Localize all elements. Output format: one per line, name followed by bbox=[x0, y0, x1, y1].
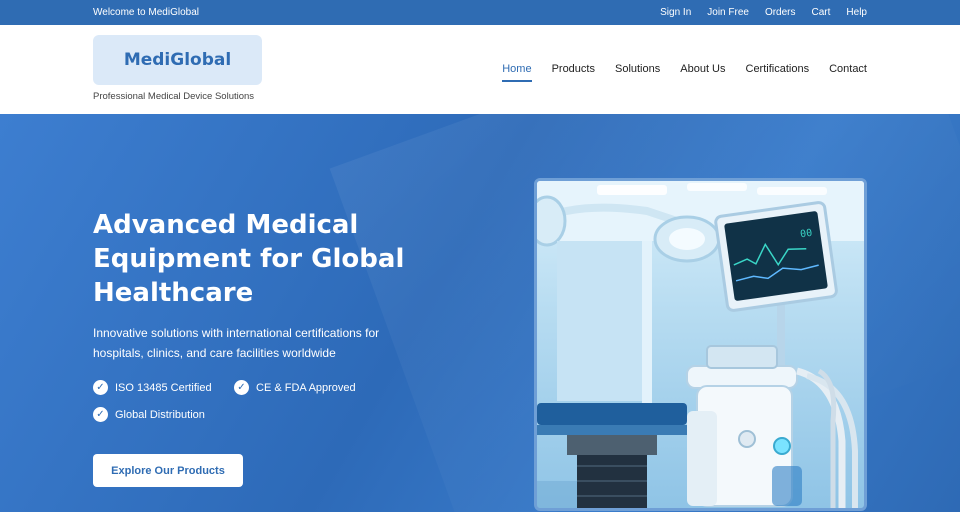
check-icon: ✓ bbox=[93, 407, 108, 422]
nav-certifications[interactable]: Certifications bbox=[746, 63, 810, 80]
feature-distribution: ✓ Global Distribution bbox=[93, 407, 205, 422]
main-nav: Home Products Solutions About Us Certifi… bbox=[502, 63, 867, 82]
feature-label: Global Distribution bbox=[115, 408, 205, 421]
nav-home[interactable]: Home bbox=[502, 63, 532, 82]
cart-link[interactable]: Cart bbox=[812, 7, 831, 18]
top-links: Sign In Join Free Orders Cart Help bbox=[660, 7, 867, 18]
help-link[interactable]: Help bbox=[846, 7, 867, 18]
welcome-text: Welcome to MediGlobal bbox=[93, 7, 199, 18]
site-header: MediGlobal Professional Medical Device S… bbox=[0, 25, 960, 114]
sign-in-link[interactable]: Sign In bbox=[660, 7, 691, 18]
nav-products[interactable]: Products bbox=[552, 63, 595, 80]
nav-about-us[interactable]: About Us bbox=[680, 63, 725, 80]
feature-label: ISO 13485 Certified bbox=[115, 381, 212, 394]
explore-products-button[interactable]: Explore Our Products bbox=[93, 454, 243, 487]
operating-room-illustration: 00 bbox=[537, 181, 864, 508]
nav-contact[interactable]: Contact bbox=[829, 63, 867, 80]
tagline: Professional Medical Device Solutions bbox=[93, 91, 255, 102]
hero-title: Advanced Medical Equipment for Global He… bbox=[93, 210, 405, 308]
orders-link[interactable]: Orders bbox=[765, 7, 796, 18]
medical-equipment-image: 00 bbox=[534, 178, 867, 511]
logo-text: MediGlobal bbox=[123, 50, 232, 70]
logo[interactable]: MediGlobal bbox=[93, 35, 262, 85]
svg-text:00: 00 bbox=[800, 228, 813, 241]
nav-solutions[interactable]: Solutions bbox=[615, 63, 660, 80]
check-icon: ✓ bbox=[234, 380, 249, 395]
check-icon: ✓ bbox=[93, 380, 108, 395]
hero-section: Advanced Medical Equipment for Global He… bbox=[0, 114, 960, 512]
join-free-link[interactable]: Join Free bbox=[707, 7, 749, 18]
hero-subtitle: Innovative solutions with international … bbox=[93, 326, 380, 360]
feature-ce-fda: ✓ CE & FDA Approved bbox=[234, 380, 356, 395]
feature-label: CE & FDA Approved bbox=[256, 381, 356, 394]
feature-iso: ✓ ISO 13485 Certified bbox=[93, 380, 212, 395]
top-bar: Welcome to MediGlobal Sign In Join Free … bbox=[0, 0, 960, 25]
